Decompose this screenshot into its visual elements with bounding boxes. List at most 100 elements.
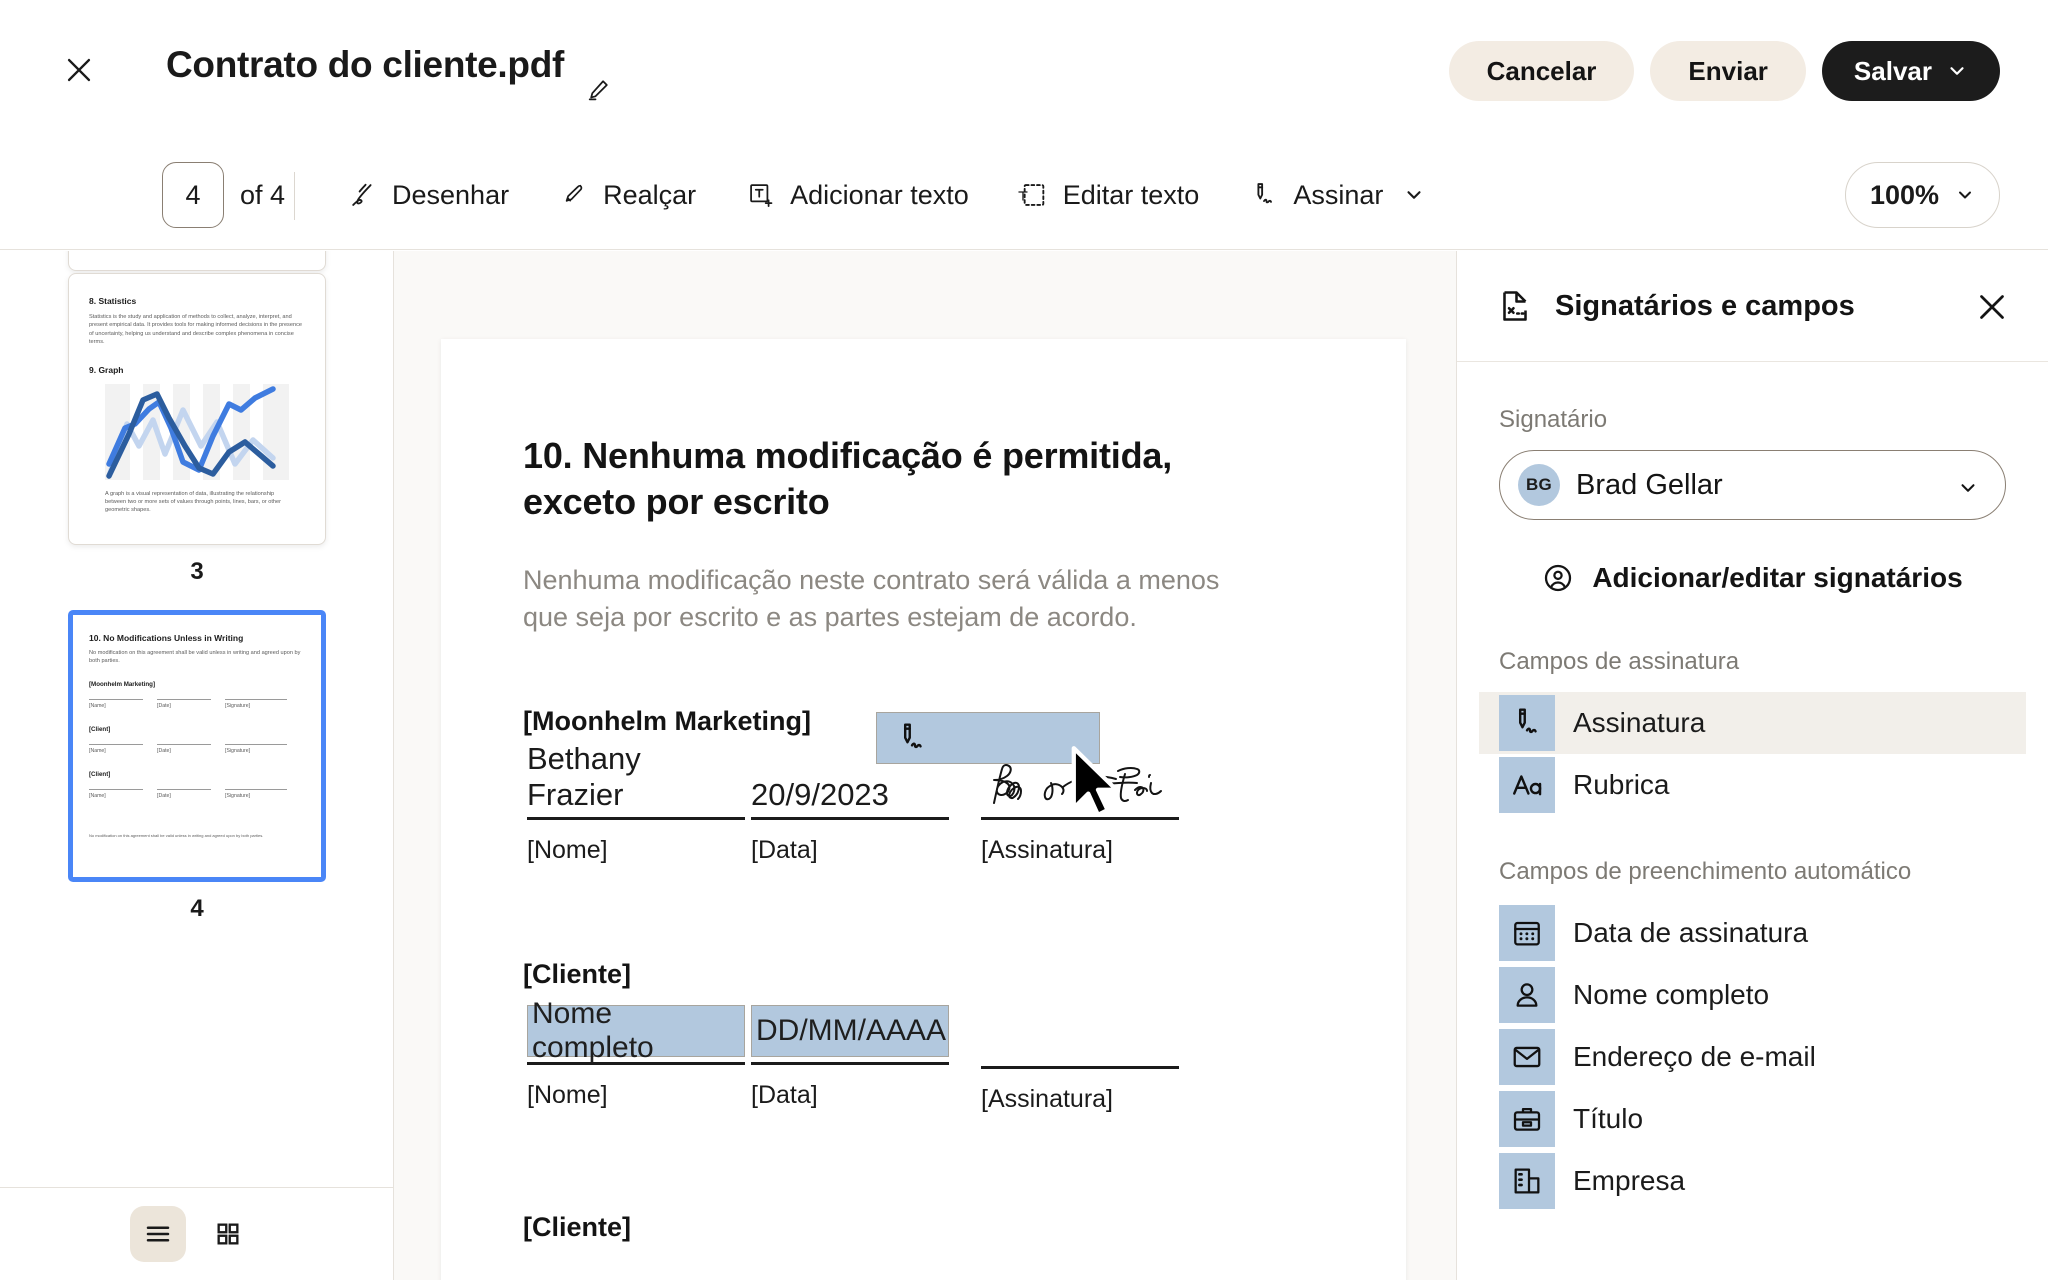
document-title: Contrato do cliente.pdf (166, 44, 565, 85)
thumbnail-panel[interactable]: 2 8. Statistics Statistics is the study … (0, 251, 394, 1280)
name-value-1[interactable]: Bethany Frazier (527, 741, 745, 813)
thumbnail-number: 4 (190, 895, 204, 922)
tool-label: Editar texto (1062, 179, 1200, 210)
thumb-field-cap: [Name] (89, 702, 106, 709)
signer-dropdown[interactable]: BG Brad Gellar (1499, 450, 2006, 520)
date-value-1[interactable]: 20/9/2023 (751, 757, 949, 813)
building-icon (1499, 1153, 1555, 1209)
thumb-field-cap: [Signature] (225, 702, 251, 709)
panel-title: Signatários e campos (1555, 289, 1855, 322)
signature-fields-label: Campos de assinatura (1499, 648, 1740, 675)
pencil-icon (585, 76, 613, 104)
tool-desenhar[interactable]: Desenhar (348, 180, 509, 211)
thumbnail-page-3[interactable]: 8. Statistics Statistics is the study an… (68, 273, 326, 545)
document-page[interactable]: 10. Nenhuma modificação é permitida, exc… (441, 339, 1406, 1280)
signature-row-2: Nome completo [Nome] DD/MM/AAAA [Data] [… (523, 997, 1323, 1165)
date-column-2: DD/MM/AAAA [Data] (751, 1005, 949, 1110)
add-text-icon (746, 180, 776, 210)
thumb-footer: No modification on this agreement shall … (89, 832, 264, 838)
edit-title-button[interactable] (585, 76, 613, 104)
pdf-editor-app: Contrato do cliente.pdf Cancelar Enviar … (0, 0, 2048, 1280)
date-caption-2: [Data] (751, 1080, 818, 1109)
toolbar-tools: Desenhar Realçar Adicionar texto Editar … (348, 140, 1425, 250)
thumbnail-number: 3 (190, 558, 204, 585)
field-empresa[interactable]: Empresa (1479, 1150, 2026, 1212)
thumb-party: [Client] (89, 725, 111, 733)
tool-label: Realçar (603, 179, 697, 210)
thumb-field-cap: [Name] (89, 747, 106, 754)
date-field-chip[interactable]: DD/MM/AAAA (751, 1005, 949, 1057)
panel-body: Signatário BG Brad Gellar Adicionar/edit… (1457, 362, 2048, 1212)
name-caption-2: [Nome] (527, 1080, 608, 1109)
field-titulo[interactable]: Título (1479, 1088, 2026, 1150)
panel-close-button[interactable] (1974, 289, 2010, 325)
tool-assinar[interactable]: Assinar (1249, 180, 1425, 211)
tool-realcar[interactable]: Realçar (559, 180, 696, 211)
field-data-de-assinatura[interactable]: Data de assinatura (1479, 902, 2026, 964)
field-endereco-de-e-mail[interactable]: Endereço de e-mail (1479, 1026, 2026, 1088)
signature-caption-2: [Assinatura] (981, 1084, 1114, 1113)
cancel-button[interactable]: Cancelar (1448, 41, 1635, 101)
thumb-heading: 9. Graph (89, 364, 124, 375)
person-icon (1499, 967, 1555, 1023)
list-view-icon (143, 1219, 173, 1249)
list-view-button[interactable] (130, 1206, 186, 1262)
field-rubrica[interactable]: Rubrica (1479, 754, 2026, 816)
close-document-button[interactable] (55, 46, 103, 94)
chevron-down-icon (1403, 184, 1425, 206)
grid-view-button[interactable] (200, 1206, 256, 1262)
tool-editar-texto[interactable]: Editar texto (1018, 179, 1200, 211)
thumb-field-cap: [Name] (89, 792, 106, 799)
dragging-signature-field[interactable] (876, 712, 1100, 764)
party-label-1: [Moonhelm Marketing] (523, 706, 811, 736)
thumb-chart (105, 383, 289, 480)
signers-fields-panel: Signatários e campos Signatário BG Brad … (1456, 251, 2048, 1280)
avatar: BG (1518, 464, 1560, 506)
draw-icon (348, 180, 378, 210)
thumbnail-list: 2 8. Statistics Statistics is the study … (0, 251, 393, 1211)
chevron-down-icon (1946, 60, 1968, 82)
grid-view-icon (214, 1220, 242, 1248)
name-field-chip[interactable]: Nome completo (527, 997, 745, 1064)
send-button[interactable]: Enviar (1650, 41, 1806, 101)
name-caption-1: [Nome] (527, 835, 608, 864)
field-rule (981, 817, 1179, 820)
signature-column-2: [Assinatura] (981, 1062, 1179, 1114)
chevron-down-icon (1957, 477, 1979, 499)
thumb-field-cap: [Signature] (225, 747, 251, 754)
name-column-1: Bethany Frazier [Nome] (527, 741, 745, 865)
field-label: Título (1573, 1103, 1644, 1134)
thumb-paragraph: A graph is a visual representation of da… (105, 490, 281, 514)
page-number-input[interactable]: 4 (162, 162, 224, 228)
party-label-2: [Cliente] (523, 959, 631, 989)
party-label-3: [Cliente] (523, 1212, 631, 1242)
page-count-label: of 4 (240, 180, 286, 210)
thumbnail-page-4[interactable]: 10. No Modifications Unless in Writing N… (68, 610, 326, 882)
field-label: Endereço de e-mail (1573, 1041, 1816, 1072)
zoom-selector[interactable]: 100% (1844, 162, 2000, 228)
save-button[interactable]: Salvar (1821, 41, 2000, 101)
signature-icon (1499, 695, 1555, 751)
thumb-heading: 10. No Modifications Unless in Writing (89, 633, 244, 643)
highlight-icon (559, 180, 589, 210)
thumb-party: [Moonhelm Marketing] (89, 680, 155, 688)
field-assinatura[interactable]: Assinatura (1479, 692, 2026, 754)
autofill-fields-label: Campos de preenchimento automático (1499, 858, 1912, 885)
document-canvas[interactable]: 10. Nenhuma modificação é permitida, exc… (394, 251, 1456, 1280)
field-nome-completo[interactable]: Nome completo (1479, 964, 2026, 1026)
signer-name: Brad Gellar (1576, 468, 1723, 501)
signature-value-1[interactable] (981, 757, 1179, 813)
field-rule (527, 817, 745, 820)
field-rule (981, 1066, 1179, 1069)
date-caption-1: [Data] (751, 835, 818, 864)
name-column-2: Nome completo [Nome] (527, 997, 745, 1110)
add-edit-signers-label: Adicionar/editar signatários (1592, 562, 1963, 593)
briefcase-icon (1499, 1091, 1555, 1147)
user-circle-icon (1542, 562, 1574, 594)
thumbnail-page-2[interactable] (68, 251, 326, 271)
tool-adicionar-texto[interactable]: Adicionar texto (746, 180, 969, 211)
page-heading: 10. Nenhuma modificação é permitida, exc… (523, 435, 1172, 523)
add-edit-signers-button[interactable]: Adicionar/editar signatários (1499, 550, 2006, 606)
thumb-paragraph: Statistics is the study and application … (89, 314, 302, 346)
field-label: Data de assinatura (1573, 917, 1809, 948)
